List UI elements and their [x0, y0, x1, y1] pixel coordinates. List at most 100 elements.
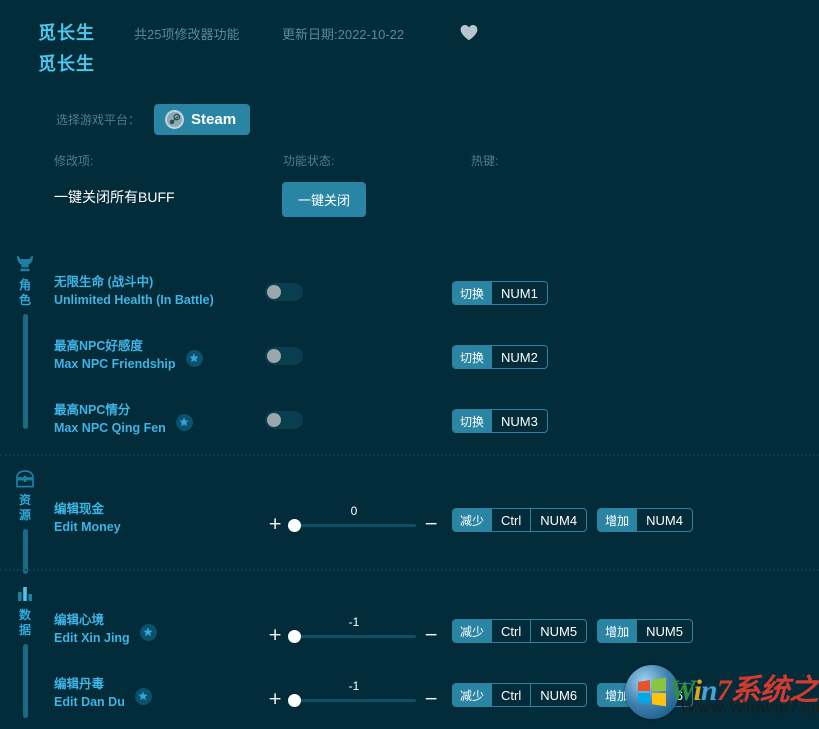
hotkey-action-label: 切换 [453, 346, 491, 368]
cheat-name-cn: 无限生命 (战斗中) [54, 273, 214, 291]
heart-icon[interactable] [460, 24, 478, 42]
star-icon[interactable] [176, 414, 193, 431]
platform-steam-button[interactable]: Steam [154, 104, 250, 135]
slider-knob[interactable] [288, 694, 301, 707]
hotkey-action-label: 增加 [598, 684, 636, 706]
cheat-name-block: 最高NPC好感度Max NPC Friendship [54, 337, 203, 373]
cheat-name-block: 编辑现金Edit Money [54, 500, 121, 536]
hotkey-key: NUM3 [491, 410, 547, 432]
hotkey-group: 减少CtrlNUM5 增加NUM5 [452, 619, 693, 643]
slider-value: -1 [332, 615, 376, 629]
slider-value: 0 [332, 504, 376, 518]
slider-increment-button[interactable]: + [268, 629, 282, 643]
platform-steam-label: Steam [191, 111, 236, 128]
slider-track[interactable] [290, 699, 416, 702]
section-data: 数据编辑心境Edit Xin Jing+−-1减少CtrlNUM5增加NUM5编… [0, 585, 819, 729]
cheat-name-block: 无限生命 (战斗中)Unlimited Health (In Battle) [54, 273, 214, 309]
cheat-name-block: 编辑心境Edit Xin Jing [54, 611, 157, 647]
hotkey-key: NUM6 [530, 684, 586, 706]
hotkey-binding[interactable]: 增加NUM4 [597, 508, 693, 532]
cheat-name-cn: 编辑丹毒 [54, 675, 125, 693]
column-headers: 修改项: 功能状态: 热键: [0, 152, 819, 170]
hotkey-binding[interactable]: 切换NUM2 [452, 345, 548, 369]
feature-count-label: 共25项修改器功能 [134, 24, 239, 43]
hotkey-key: NUM1 [491, 282, 547, 304]
slider-track[interactable] [290, 635, 416, 638]
hotkey-binding[interactable]: 减少CtrlNUM6 [452, 683, 587, 707]
hotkey-key: Ctrl [491, 509, 530, 531]
toggle-knob [267, 413, 281, 427]
cheat-name-block: 编辑丹毒Edit Dan Du [54, 675, 152, 711]
cheat-toggle[interactable] [265, 411, 303, 429]
column-header-modifier: 修改项: [54, 152, 93, 169]
hotkey-action-label: 切换 [453, 282, 491, 304]
hotkey-binding[interactable]: 减少CtrlNUM5 [452, 619, 587, 643]
slider-knob[interactable] [288, 630, 301, 643]
slider-decrement-button[interactable]: − [424, 629, 438, 643]
cheat-name-en: Edit Money [54, 518, 121, 536]
hotkey-binding[interactable]: 增加NUM6 [597, 683, 693, 707]
cheat-name-en: Edit Xin Jing [54, 629, 130, 647]
slider-increment-button[interactable]: + [268, 693, 282, 707]
hotkey-key: NUM6 [636, 684, 692, 706]
brand-block: 觅长生 觅长生 [38, 18, 95, 80]
onekey-close-label: 一键关闭所有BUFF [54, 187, 175, 207]
hotkey-key: NUM2 [491, 346, 547, 368]
hotkey-action-label: 减少 [453, 509, 491, 531]
hotkey-binding[interactable]: 切换NUM1 [452, 281, 548, 305]
cheat-name-en: Edit Dan Du [54, 693, 125, 711]
hotkey-action-label: 切换 [453, 410, 491, 432]
chest-icon [15, 470, 35, 488]
cheat-row: 最高NPC好感度Max NPC Friendship 切换NUM2 [0, 337, 819, 383]
onekey-close-button[interactable]: 一键关闭 [282, 182, 366, 217]
hotkey-group: 减少CtrlNUM4增加NUM4 [452, 508, 693, 532]
cheat-toggle[interactable] [265, 347, 303, 365]
cheat-name-cn: 最高NPC情分 [54, 401, 166, 419]
hotkey-action-label: 增加 [598, 509, 636, 531]
column-header-hotkey: 热键: [471, 152, 498, 169]
hotkey-group: 减少CtrlNUM6增加NUM6 [452, 683, 693, 707]
star-icon[interactable] [140, 624, 157, 641]
section-divider [0, 454, 819, 457]
cheat-name-en: Max NPC Friendship [54, 355, 176, 373]
cheat-slider-group: + − -1 [266, 679, 444, 717]
hotkey-group: 切换NUM2 [452, 345, 548, 369]
hotkey-binding[interactable]: 切换NUM3 [452, 409, 548, 433]
cheat-name-cn: 最高NPC好感度 [54, 337, 176, 355]
star-icon[interactable] [135, 688, 152, 705]
cheat-row: 最高NPC情分Max NPC Qing Fen 切换NUM3 [0, 401, 819, 447]
cheat-name-block: 最高NPC情分Max NPC Qing Fen [54, 401, 193, 437]
toggle-knob [267, 285, 281, 299]
cheat-slider-group: + − -1 [266, 615, 444, 653]
hotkey-key: NUM4 [530, 509, 586, 531]
app-title-line2: 觅长生 [38, 48, 95, 80]
update-date-label: 更新日期:2022-10-22 [282, 24, 404, 43]
slider-track[interactable] [290, 524, 416, 527]
app-header: 觅长生 觅长生 共25项修改器功能 更新日期:2022-10-22 [0, 0, 819, 88]
steam-icon [165, 110, 184, 129]
hotkey-action-label: 增加 [598, 620, 636, 642]
hotkey-binding[interactable]: 减少CtrlNUM4 [452, 508, 587, 532]
cheat-name-cn: 编辑心境 [54, 611, 130, 629]
slider-increment-button[interactable]: + [268, 518, 282, 532]
section-character: 角色无限生命 (战斗中)Unlimited Health (In Battle)… [0, 255, 819, 440]
section-divider [0, 569, 819, 572]
bar-chart-icon [15, 585, 35, 603]
cheat-slider-group: + − 0 [266, 504, 444, 542]
slider-value: -1 [332, 679, 376, 693]
cheat-toggle[interactable] [265, 283, 303, 301]
hotkey-key: NUM5 [636, 620, 692, 642]
slider-decrement-button[interactable]: − [424, 693, 438, 707]
slider-knob[interactable] [288, 519, 301, 532]
hotkey-key: Ctrl [491, 620, 530, 642]
cheat-row: 编辑心境Edit Xin Jing + − -1 减少CtrlNUM5 增加NUM5 [0, 611, 819, 657]
app-title-line1: 觅长生 [38, 18, 95, 48]
slider-decrement-button[interactable]: − [424, 518, 438, 532]
star-icon[interactable] [186, 350, 203, 367]
cheat-name-en: Unlimited Health (In Battle) [54, 291, 214, 309]
cheat-row: 编辑现金Edit Money+−0减少CtrlNUM4增加NUM4 [0, 500, 819, 546]
hotkey-binding[interactable]: 增加NUM5 [597, 619, 693, 643]
hotkey-action-label: 减少 [453, 684, 491, 706]
section-resources: 资源编辑现金Edit Money+−0减少CtrlNUM4增加NUM4 [0, 470, 819, 585]
hotkey-group: 切换NUM1 [452, 281, 548, 305]
